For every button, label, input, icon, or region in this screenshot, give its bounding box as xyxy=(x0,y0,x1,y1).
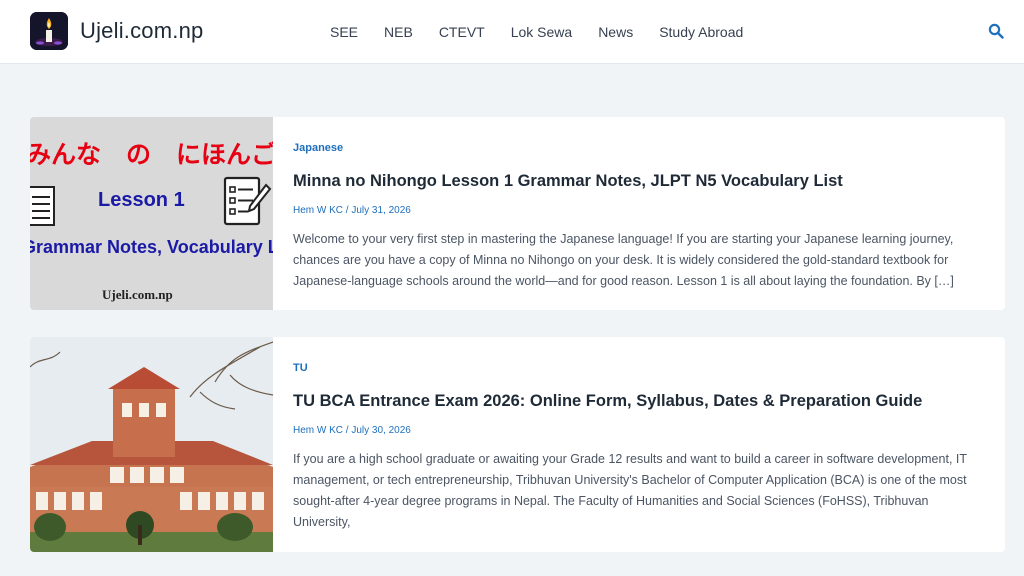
post-content: Japanese Minna no Nihongo Lesson 1 Gramm… xyxy=(293,117,985,292)
post-thumbnail[interactable] xyxy=(30,337,273,552)
nav-item-see[interactable]: SEE xyxy=(317,24,371,40)
nav-item-news[interactable]: News xyxy=(585,24,646,40)
checklist-icon xyxy=(223,176,272,226)
search-icon[interactable] xyxy=(988,23,1004,39)
thumbnail-watermark: Ujeli.com.np xyxy=(102,287,173,302)
site-name: Ujeli.com.np xyxy=(80,18,204,43)
candle-logo-icon xyxy=(30,12,68,50)
thumbnail-japanese-text: みんな の にほんご xyxy=(30,140,273,169)
nav-item-neb[interactable]: NEB xyxy=(371,24,426,40)
main-nav: SEE NEB CTEVT Lok Sewa News Study Abroad xyxy=(317,0,756,64)
post-card: みんな の にほんご Lesson 1 Grammar Notes, Vocab… xyxy=(30,117,1005,310)
post-category[interactable]: TU xyxy=(293,362,985,374)
post-card: TU TU BCA Entrance Exam 2026: Online For… xyxy=(30,337,1005,552)
post-title[interactable]: Minna no Nihongo Lesson 1 Grammar Notes,… xyxy=(293,172,985,191)
post-excerpt: Welcome to your very first step in maste… xyxy=(293,232,954,288)
nav-item-lok-sewa[interactable]: Lok Sewa xyxy=(498,24,585,40)
thumbnail-subtitle: Grammar Notes, Vocabulary List xyxy=(30,237,273,257)
thumbnail-lesson-text: Lesson 1 xyxy=(98,189,185,211)
university-building-image xyxy=(30,337,273,552)
nav-item-ctevt[interactable]: CTEVT xyxy=(426,24,498,40)
notebook-icon xyxy=(30,186,55,226)
nav-item-study-abroad[interactable]: Study Abroad xyxy=(646,24,756,40)
post-content: TU TU BCA Entrance Exam 2026: Online For… xyxy=(293,337,985,533)
post-meta[interactable]: Hem W KC / July 31, 2026 xyxy=(293,205,985,216)
site-header: Ujeli.com.np SEE NEB CTEVT Lok Sewa News… xyxy=(0,0,1024,64)
post-category[interactable]: Japanese xyxy=(293,142,985,154)
post-excerpt: If you are a high school graduate or awa… xyxy=(293,452,967,529)
post-meta[interactable]: Hem W KC / July 30, 2026 xyxy=(293,425,985,436)
site-logo-link[interactable]: Ujeli.com.np xyxy=(30,12,203,50)
post-thumbnail[interactable]: みんな の にほんご Lesson 1 Grammar Notes, Vocab… xyxy=(30,117,273,310)
post-title[interactable]: TU BCA Entrance Exam 2026: Online Form, … xyxy=(293,392,985,411)
